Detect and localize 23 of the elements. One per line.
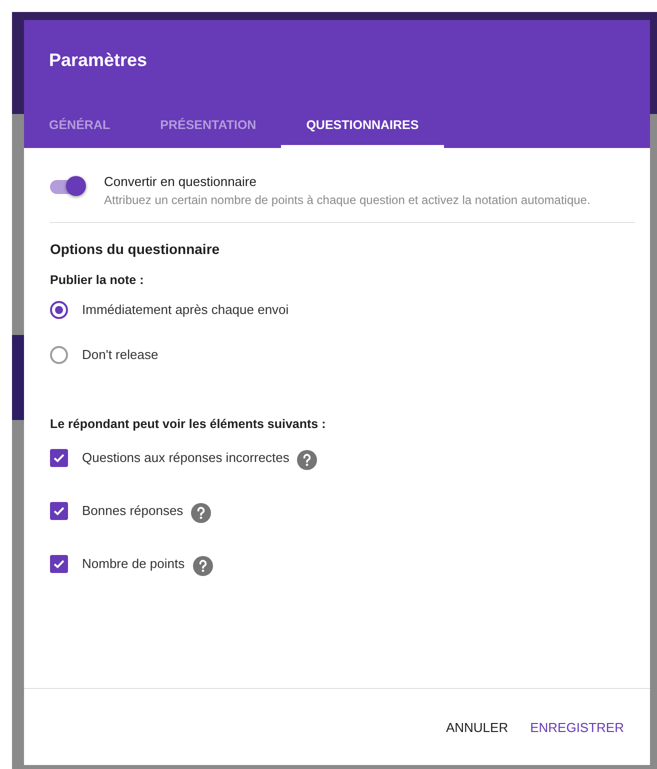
tab[interactable]: QUESTIONNAIRES [281,118,444,148]
radio-label: Immédiatement après chaque envoi [82,302,289,317]
cancel-button[interactable]: ANNULER [438,712,516,742]
radio-button[interactable] [50,300,68,318]
section-title: Options du questionnaire [50,241,221,257]
radio-button[interactable] [50,346,68,364]
checkbox-label: Bonnes réponses [82,503,184,518]
help-icon[interactable] [191,502,212,522]
checkbox-label: Questions aux réponses incorrectes [82,450,290,465]
checkbox[interactable] [50,448,68,466]
group-label: Le répondant peut voir les éléments suivants : [50,417,327,431]
help-icon[interactable] [297,450,318,470]
group-label: Publier la note : [50,273,145,287]
dialog-title: Paramètres [49,50,148,71]
checkbox[interactable] [50,554,68,572]
toggle-label: Convertir en questionnaire [104,174,258,189]
help-icon[interactable] [192,556,213,576]
checkbox[interactable] [50,502,68,520]
radio-label: Don't release [82,347,158,362]
save-button[interactable]: ENREGISTRER [522,712,632,742]
checkbox-label: Nombre de points [82,556,185,571]
toggle-switch[interactable] [50,176,86,198]
toggle-description: Attribuez un certain nombre de points à chaque question et activez la notation automatique. [104,192,590,209]
